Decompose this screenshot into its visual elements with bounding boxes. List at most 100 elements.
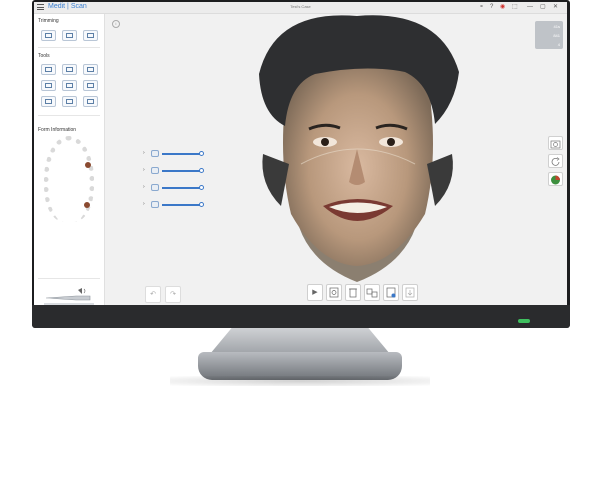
brush-icon bbox=[87, 33, 94, 38]
tooth-opacity-slider[interactable]: › bbox=[143, 201, 204, 209]
align-data-icon bbox=[366, 288, 378, 298]
minimize-button[interactable]: — bbox=[527, 3, 533, 11]
refresh-icon bbox=[551, 157, 560, 166]
texture-icon bbox=[551, 175, 560, 185]
trim-select-tool[interactable] bbox=[41, 30, 56, 41]
tool-smooth[interactable] bbox=[83, 64, 98, 75]
slider-track[interactable] bbox=[162, 153, 202, 155]
left-pupil bbox=[321, 138, 329, 146]
tooth-chart[interactable] bbox=[44, 136, 94, 222]
slider-track[interactable] bbox=[162, 204, 202, 206]
export-button[interactable] bbox=[402, 284, 418, 301]
fill-holes-icon bbox=[66, 67, 73, 72]
redo-button[interactable]: ↷ bbox=[165, 286, 181, 303]
align-icon bbox=[45, 83, 52, 88]
color-icon bbox=[87, 83, 94, 88]
select-area-icon bbox=[45, 33, 52, 38]
title-bar: Medit | Scan Test's Case ⚬ ? ◉ ⬚ — ▢ ✕ bbox=[34, 2, 567, 14]
tool-crop[interactable] bbox=[62, 96, 77, 107]
expand-arrow-icon[interactable]: › bbox=[143, 150, 145, 156]
tools-title: Tools bbox=[38, 53, 50, 59]
3d-viewport[interactable]: i ✓ ✓ ✓ 41s 841 4 bbox=[105, 14, 567, 305]
scan-settings-icon bbox=[386, 287, 396, 298]
marked-tooth-upper[interactable] bbox=[85, 162, 91, 168]
tooth-slider-icon bbox=[151, 201, 159, 208]
camera-button[interactable] bbox=[548, 136, 563, 150]
stat-frames: 841 bbox=[553, 33, 560, 38]
divider bbox=[38, 47, 100, 48]
marked-tooth-lower[interactable] bbox=[84, 202, 90, 208]
tool-fill-holes[interactable] bbox=[62, 64, 77, 75]
tool-snapshot[interactable] bbox=[41, 96, 56, 107]
settings-icon[interactable]: ⚬ bbox=[479, 3, 484, 11]
slider-knob[interactable] bbox=[199, 185, 204, 190]
left-sidebar: Trimming Tools Form Information bbox=[34, 14, 105, 305]
expand-arrow-icon[interactable]: › bbox=[143, 167, 145, 173]
expand-arrow-icon[interactable]: › bbox=[143, 201, 145, 207]
scanner-icon bbox=[44, 288, 94, 305]
stat-count: 4 bbox=[557, 42, 560, 47]
app-title: Medit | Scan bbox=[48, 3, 87, 10]
history-controls: ↶ ↷ bbox=[145, 286, 181, 303]
app-screen: Medit | Scan Test's Case ⚬ ? ◉ ⬚ — ▢ ✕ T… bbox=[34, 2, 567, 305]
snapshot-icon bbox=[45, 99, 52, 104]
face-opacity-slider[interactable]: › bbox=[143, 184, 204, 192]
trim-lasso-tool[interactable] bbox=[62, 30, 77, 41]
power-led bbox=[518, 319, 530, 323]
face-scan-model[interactable] bbox=[245, 14, 470, 289]
stand-shadow bbox=[170, 376, 430, 386]
scan-settings-button[interactable] bbox=[383, 284, 399, 301]
smooth-icon bbox=[87, 67, 94, 72]
upper-arch-slider-icon bbox=[151, 150, 159, 157]
export-icon bbox=[405, 287, 415, 298]
divider bbox=[38, 278, 100, 279]
slider-track[interactable] bbox=[162, 170, 202, 172]
info-icon[interactable]: i bbox=[112, 20, 120, 28]
slider-knob[interactable] bbox=[199, 151, 204, 156]
lasso-icon bbox=[66, 33, 73, 38]
expand-arrow-icon[interactable]: › bbox=[143, 184, 145, 190]
scan-filter-button[interactable] bbox=[326, 284, 342, 301]
slider-knob[interactable] bbox=[199, 202, 204, 207]
hamburger-menu-icon[interactable] bbox=[37, 4, 44, 10]
align-data-button[interactable] bbox=[364, 284, 380, 301]
tool-color[interactable] bbox=[83, 80, 98, 91]
face-slider-icon bbox=[151, 184, 159, 191]
texture-toggle-button[interactable] bbox=[548, 172, 563, 186]
trim-brush-tool[interactable] bbox=[83, 30, 98, 41]
undo-button[interactable]: ↶ bbox=[145, 286, 161, 303]
right-toolbar bbox=[548, 136, 564, 190]
delete-button[interactable] bbox=[345, 284, 361, 301]
tool-lock-area[interactable] bbox=[41, 64, 56, 75]
trash-icon bbox=[349, 288, 357, 298]
record-icon[interactable]: ◉ bbox=[500, 3, 505, 11]
lower-arch-slider-icon bbox=[151, 167, 159, 174]
measure-icon bbox=[66, 83, 73, 88]
divider bbox=[38, 115, 100, 116]
monitor-chin bbox=[32, 305, 570, 328]
play-button[interactable]: ▶ bbox=[307, 284, 323, 301]
slider-track[interactable] bbox=[162, 187, 202, 189]
lock-area-icon bbox=[45, 67, 52, 72]
maximize-button[interactable]: ▢ bbox=[540, 3, 546, 11]
tool-measure[interactable] bbox=[62, 80, 77, 91]
case-name: Test's Case bbox=[290, 4, 311, 9]
bottom-toolbar: ▶ bbox=[307, 284, 418, 304]
upper-arch-opacity-slider[interactable]: › bbox=[143, 150, 204, 158]
reset-view-button[interactable] bbox=[548, 154, 563, 168]
close-button[interactable]: ✕ bbox=[553, 3, 558, 11]
scan-filter-icon bbox=[329, 287, 339, 298]
tool-mesh[interactable] bbox=[83, 96, 98, 107]
form-information-title: Form Information bbox=[38, 127, 77, 133]
trimming-title: Trimming bbox=[38, 18, 59, 24]
mesh-icon bbox=[87, 99, 94, 104]
tool-align[interactable] bbox=[41, 80, 56, 91]
slider-knob[interactable] bbox=[199, 168, 204, 173]
help-icon[interactable]: ? bbox=[490, 3, 493, 11]
camera-icon bbox=[550, 140, 561, 149]
screenshot-icon[interactable]: ⬚ bbox=[512, 3, 518, 11]
scanner-tip-indicator bbox=[38, 284, 100, 305]
lower-arch-opacity-slider[interactable]: › bbox=[143, 167, 204, 175]
right-pupil bbox=[387, 138, 395, 146]
monitor-neck bbox=[210, 328, 390, 354]
